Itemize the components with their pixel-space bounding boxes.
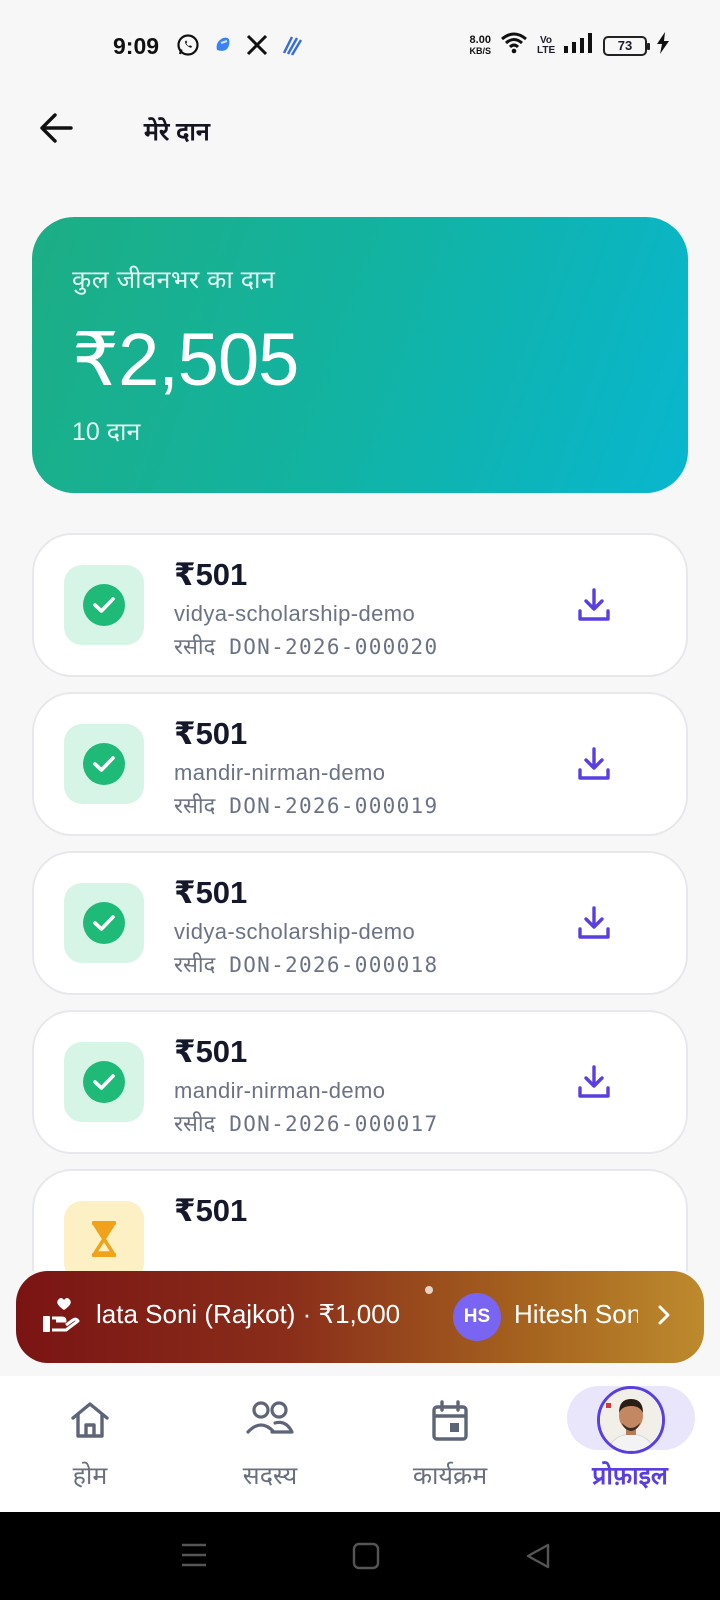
chevron-right-icon <box>656 1304 672 1331</box>
status-tile <box>64 883 144 963</box>
donation-item[interactable]: ₹501 vidya-scholarship-demo रसीद DON-2026… <box>32 533 688 677</box>
receipt-line: रसीद DON-2026-000017 <box>174 1108 438 1138</box>
lifetime-donation-label: कुल जीवनभर का दान <box>72 266 276 294</box>
hourglass-icon <box>89 1219 119 1264</box>
receipt-line: रसीद DON-2026-000019 <box>174 790 438 820</box>
arrow-left-icon <box>39 112 73 148</box>
signal-app-icon <box>280 33 304 62</box>
live-donation-ticker[interactable]: lata Soni (Rajkot) · ₹1,000 HS Hitesh So… <box>16 1271 704 1363</box>
donation-list[interactable]: ₹501 vidya-scholarship-demo रसीद DON-2026… <box>32 533 688 1271</box>
back-button[interactable] <box>36 110 76 150</box>
bottom-navigation: होम सदस्य कार्यक्रम प्रोफ़ाइल <box>0 1376 720 1512</box>
menu-icon[interactable] <box>180 1542 208 1573</box>
donation-amount: ₹501 <box>174 557 248 592</box>
battery-indicator: 73 <box>603 35 650 56</box>
nav-label: कार्यक्रम <box>412 1462 488 1490</box>
donation-item[interactable]: ₹501 <box>32 1169 688 1271</box>
campaign-slug: mandir-nirman-demo <box>174 1078 386 1103</box>
receipt-label: रसीद <box>174 634 216 659</box>
members-icon <box>246 1400 294 1441</box>
app-icon <box>212 34 234 61</box>
x-icon <box>246 34 268 61</box>
home-icon <box>69 1400 111 1445</box>
nav-members[interactable]: सदस्य <box>180 1376 360 1512</box>
cellular-signal-icon <box>564 33 594 58</box>
download-receipt-button[interactable] <box>572 744 616 788</box>
status-tile <box>64 1042 144 1122</box>
ticker-dot <box>425 1286 433 1294</box>
ticker-donor-name: Hitesh Soni <box>514 1299 638 1329</box>
check-circle-icon <box>83 1061 125 1103</box>
donate-hand-heart-icon <box>42 1296 80 1341</box>
donation-amount: ₹501 <box>174 875 248 910</box>
status-tile <box>64 565 144 645</box>
donation-item[interactable]: ₹501 vidya-scholarship-demo रसीद DON-2026… <box>32 851 688 995</box>
lifetime-donation-amount: ₹2,505 <box>72 318 299 401</box>
receipt-label: रसीद <box>174 952 216 977</box>
app-header: मेरे दान <box>0 96 720 164</box>
nav-label: प्रोफ़ाइल <box>592 1462 668 1490</box>
check-circle-icon <box>83 584 125 626</box>
status-tile <box>64 1201 144 1271</box>
wifi-icon <box>500 32 528 59</box>
download-receipt-button[interactable] <box>572 903 616 947</box>
receipt-label: रसीद <box>174 793 216 818</box>
donation-amount: ₹501 <box>174 1193 248 1228</box>
receipt-line: रसीद DON-2026-000020 <box>174 631 438 661</box>
download-icon <box>576 905 612 946</box>
donation-amount: ₹501 <box>174 716 248 751</box>
nav-label: होम <box>72 1462 108 1490</box>
campaign-slug: mandir-nirman-demo <box>174 760 386 785</box>
receipt-number: DON-2026-000017 <box>229 1112 439 1136</box>
nav-label: सदस्य <box>242 1462 298 1490</box>
status-bar: 9:09 8.00 KB/S Vo LTE 73 <box>0 0 720 96</box>
check-circle-icon <box>83 902 125 944</box>
network-speed: 8.00 KB/S <box>469 33 491 56</box>
notification-icons <box>176 33 304 62</box>
campaign-slug: vidya-scholarship-demo <box>174 919 416 944</box>
donation-item[interactable]: ₹501 mandir-nirman-demo रसीद DON-2026-000… <box>32 692 688 836</box>
download-icon <box>576 587 612 628</box>
check-circle-icon <box>83 743 125 785</box>
download-icon <box>576 746 612 787</box>
home-square-icon[interactable] <box>352 1542 380 1575</box>
receipt-number: DON-2026-000020 <box>229 635 439 659</box>
ticker-donation-text: lata Soni (Rajkot) · ₹1,000 <box>96 1299 401 1329</box>
donation-item[interactable]: ₹501 mandir-nirman-demo रसीद DON-2026-000… <box>32 1010 688 1154</box>
download-icon <box>576 1064 612 1105</box>
nav-events[interactable]: कार्यक्रम <box>360 1376 540 1512</box>
nav-home[interactable]: होम <box>0 1376 180 1512</box>
donation-amount: ₹501 <box>174 1034 248 1069</box>
receipt-label: रसीद <box>174 1111 216 1136</box>
receipt-number: DON-2026-000018 <box>229 953 439 977</box>
system-navigation-bar <box>0 1512 720 1600</box>
download-receipt-button[interactable] <box>572 1062 616 1106</box>
back-triangle-icon[interactable] <box>524 1542 552 1575</box>
lifetime-donation-card: कुल जीवनभर का दान ₹2,505 10 दान <box>32 217 688 493</box>
receipt-line: रसीद DON-2026-000018 <box>174 949 438 979</box>
system-status: 8.00 KB/S Vo LTE 73 <box>469 32 670 59</box>
page-title: मेरे दान <box>144 118 210 146</box>
profile-avatar[interactable] <box>597 1386 665 1454</box>
whatsapp-icon <box>176 33 200 62</box>
status-time: 9:09 <box>113 33 160 59</box>
ticker-next-button[interactable] <box>648 1301 680 1333</box>
receipt-number: DON-2026-000019 <box>229 794 439 818</box>
charging-icon <box>656 32 670 59</box>
calendar-icon <box>430 1400 470 1447</box>
status-tile <box>64 724 144 804</box>
volte-label: Vo LTE <box>537 34 556 56</box>
download-receipt-button[interactable] <box>572 585 616 629</box>
donor-avatar: HS <box>453 1293 501 1341</box>
campaign-slug: vidya-scholarship-demo <box>174 601 416 626</box>
donation-count: 10 दान <box>72 418 141 446</box>
